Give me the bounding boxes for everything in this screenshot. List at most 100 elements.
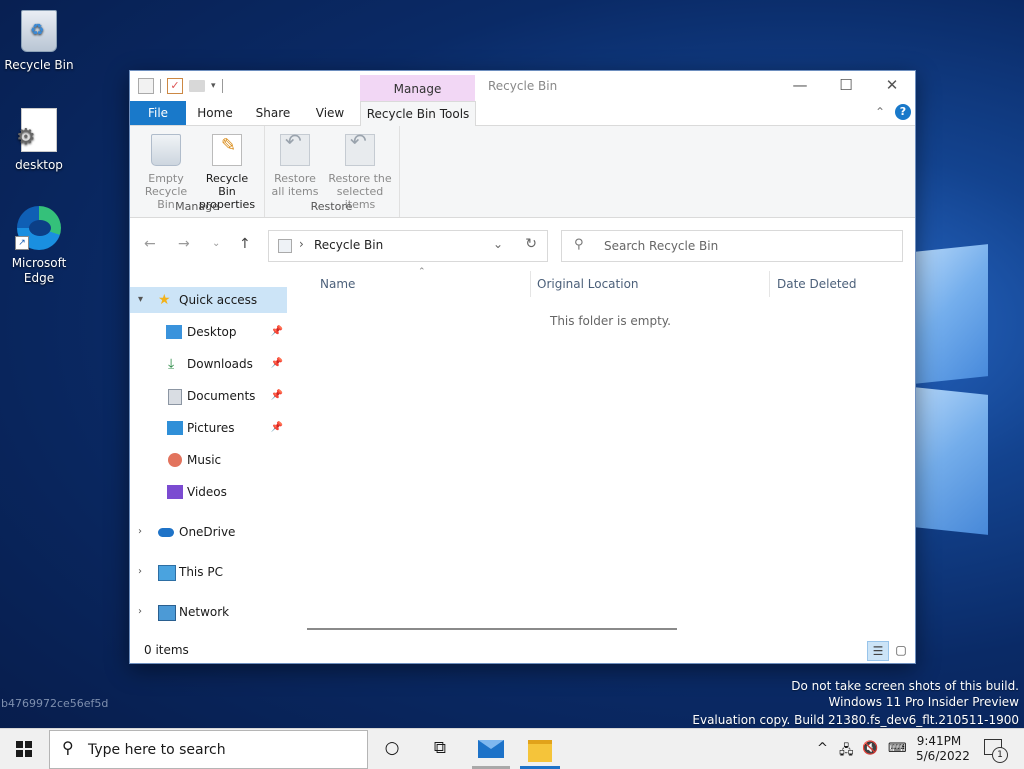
close-button[interactable]: ✕: [869, 71, 915, 101]
empty-folder-message: This folder is empty.: [550, 314, 671, 328]
desktop-icon-recycle-bin[interactable]: Recycle Bin: [2, 10, 76, 72]
status-bar: 0 items ☰ ▢: [130, 637, 915, 663]
maximize-button[interactable]: ☐: [823, 71, 869, 101]
tab-view[interactable]: View: [308, 101, 352, 125]
large-icons-view-icon[interactable]: ▢: [891, 641, 911, 659]
nav-label: Videos: [187, 485, 227, 499]
help-icon[interactable]: ?: [895, 104, 911, 120]
item-count: 0 items: [144, 643, 189, 657]
recent-locations-chevron-icon[interactable]: ⌄: [212, 238, 220, 249]
input-indicator-icon[interactable]: ⌨: [888, 741, 907, 756]
properties-icon[interactable]: ✓: [167, 78, 183, 94]
ribbon: Empty Recycle Bin Recycle Bin properties…: [130, 126, 915, 218]
separator: [221, 79, 223, 93]
details-view-icon[interactable]: ☰: [867, 641, 889, 661]
nav-item-documents[interactable]: Documents 📌: [130, 383, 287, 409]
nav-this-pc[interactable]: › This PC: [130, 559, 287, 585]
build-hash: b4769972ce56ef5d: [1, 697, 109, 710]
nav-item-music[interactable]: Music: [130, 447, 287, 473]
button-label: Restore the: [328, 172, 392, 185]
search-box[interactable]: ⚲ Search Recycle Bin: [561, 230, 903, 262]
chevron-down-icon[interactable]: ▾: [138, 287, 143, 313]
button-label: all items: [271, 185, 319, 198]
recycle-bin-small-icon: [138, 78, 154, 94]
file-explorer-icon[interactable]: [528, 740, 552, 762]
button-label: Restore: [274, 172, 316, 185]
recycle-bin-small-icon: [278, 239, 292, 253]
pin-icon[interactable]: 📌: [271, 415, 283, 441]
taskbar-search-box[interactable]: ⚲ Type here to search: [49, 730, 368, 769]
nav-item-desktop[interactable]: Desktop 📌: [130, 319, 287, 345]
music-icon: [168, 453, 182, 467]
address-row: ← → ⌄ ↑ › Recycle Bin ⌄ ↻ ⚲ Search Recyc…: [130, 218, 915, 272]
desktop-icon-label: Recycle Bin: [4, 58, 74, 72]
tab-file[interactable]: File: [130, 101, 186, 125]
column-header-name[interactable]: Name: [320, 277, 355, 291]
show-hidden-icons-chevron-icon[interactable]: ^: [817, 741, 828, 756]
sort-ascending-icon: ⌃: [418, 267, 426, 277]
search-input[interactable]: Search Recycle Bin: [604, 239, 718, 253]
back-arrow-icon[interactable]: ←: [144, 236, 156, 252]
chevron-right-icon[interactable]: ›: [138, 519, 142, 545]
taskbar-search-input[interactable]: Type here to search: [88, 742, 226, 758]
tab-share[interactable]: Share: [248, 101, 298, 125]
chevron-right-icon[interactable]: ›: [299, 237, 304, 251]
recycle-bin-icon: [21, 10, 57, 52]
nav-label: Quick access: [179, 293, 258, 307]
quick-access-toolbar: ✓ ▾: [138, 78, 223, 94]
nav-quick-access[interactable]: ▾ ★ Quick access: [130, 287, 287, 313]
volume-muted-icon[interactable]: 🔇: [862, 741, 878, 756]
desktop-icon-edge[interactable]: ↗ Microsoft Edge: [2, 206, 76, 286]
cortana-icon[interactable]: ○: [382, 738, 402, 760]
notification-badge: 1: [992, 747, 1008, 763]
chevron-down-icon[interactable]: ⌄: [493, 237, 503, 251]
chevron-right-icon[interactable]: ›: [138, 559, 142, 585]
task-view-icon[interactable]: ⧉: [429, 738, 451, 760]
file-list[interactable]: ⌃ Name Original Location Date Deleted Th…: [291, 267, 915, 631]
ribbon-tabs: File Home Share View Recycle Bin Tools ⌃…: [130, 101, 915, 127]
pin-icon[interactable]: 📌: [271, 319, 283, 345]
column-header-original-location[interactable]: Original Location: [537, 277, 639, 291]
tab-home[interactable]: Home: [192, 101, 238, 125]
desktop-icon-desktop-file[interactable]: desktop: [2, 108, 76, 172]
breadcrumb[interactable]: Recycle Bin: [314, 238, 383, 252]
chevron-right-icon[interactable]: ›: [138, 599, 142, 625]
column-divider[interactable]: [769, 271, 770, 297]
up-arrow-icon[interactable]: ↑: [239, 236, 251, 252]
nav-item-pictures[interactable]: Pictures 📌: [130, 415, 287, 441]
nav-label: Network: [179, 605, 230, 619]
column-header-date-deleted[interactable]: Date Deleted: [777, 277, 857, 291]
nav-label: OneDrive: [179, 525, 236, 539]
search-icon: ⚲: [62, 738, 74, 757]
windows-logo-icon: [16, 741, 32, 757]
column-divider[interactable]: [530, 271, 531, 297]
network-icon[interactable]: 🖧: [839, 741, 854, 763]
nav-item-videos[interactable]: Videos: [130, 479, 287, 505]
new-folder-icon[interactable]: [189, 80, 205, 92]
refresh-icon[interactable]: ↻: [525, 236, 537, 252]
clock[interactable]: 9:41PM 5/6/2022: [916, 734, 970, 764]
title-bar[interactable]: ✓ ▾ Manage Recycle Bin — ☐ ✕: [130, 71, 915, 101]
window-title: Recycle Bin: [488, 79, 558, 93]
forward-arrow-icon[interactable]: →: [178, 236, 190, 252]
tab-recycle-bin-tools[interactable]: Recycle Bin Tools: [360, 101, 476, 127]
nav-onedrive[interactable]: › OneDrive: [130, 519, 287, 545]
desktop-folder-icon: [166, 325, 182, 339]
group-label: Manage: [175, 200, 219, 213]
nav-label: Desktop: [187, 325, 237, 339]
start-button[interactable]: [0, 729, 48, 769]
pin-icon[interactable]: 📌: [271, 351, 283, 377]
pin-icon[interactable]: 📌: [271, 383, 283, 409]
restore-all-items-button[interactable]: Restore all items: [264, 132, 326, 198]
minimize-button[interactable]: —: [777, 71, 823, 101]
mail-icon[interactable]: [478, 740, 504, 758]
address-bar[interactable]: › Recycle Bin ⌄ ↻: [268, 230, 548, 262]
separator: [160, 79, 161, 93]
horizontal-scrollbar[interactable]: [307, 628, 677, 630]
nav-network[interactable]: › Network: [130, 599, 287, 625]
context-tab-manage[interactable]: Manage: [360, 75, 475, 101]
nav-item-downloads[interactable]: ⤓ Downloads 📌: [130, 351, 287, 377]
ribbon-group-manage: Empty Recycle Bin Recycle Bin properties…: [130, 126, 265, 217]
customize-toolbar-icon[interactable]: ▾: [211, 81, 216, 91]
collapse-ribbon-icon[interactable]: ⌃: [875, 105, 885, 119]
